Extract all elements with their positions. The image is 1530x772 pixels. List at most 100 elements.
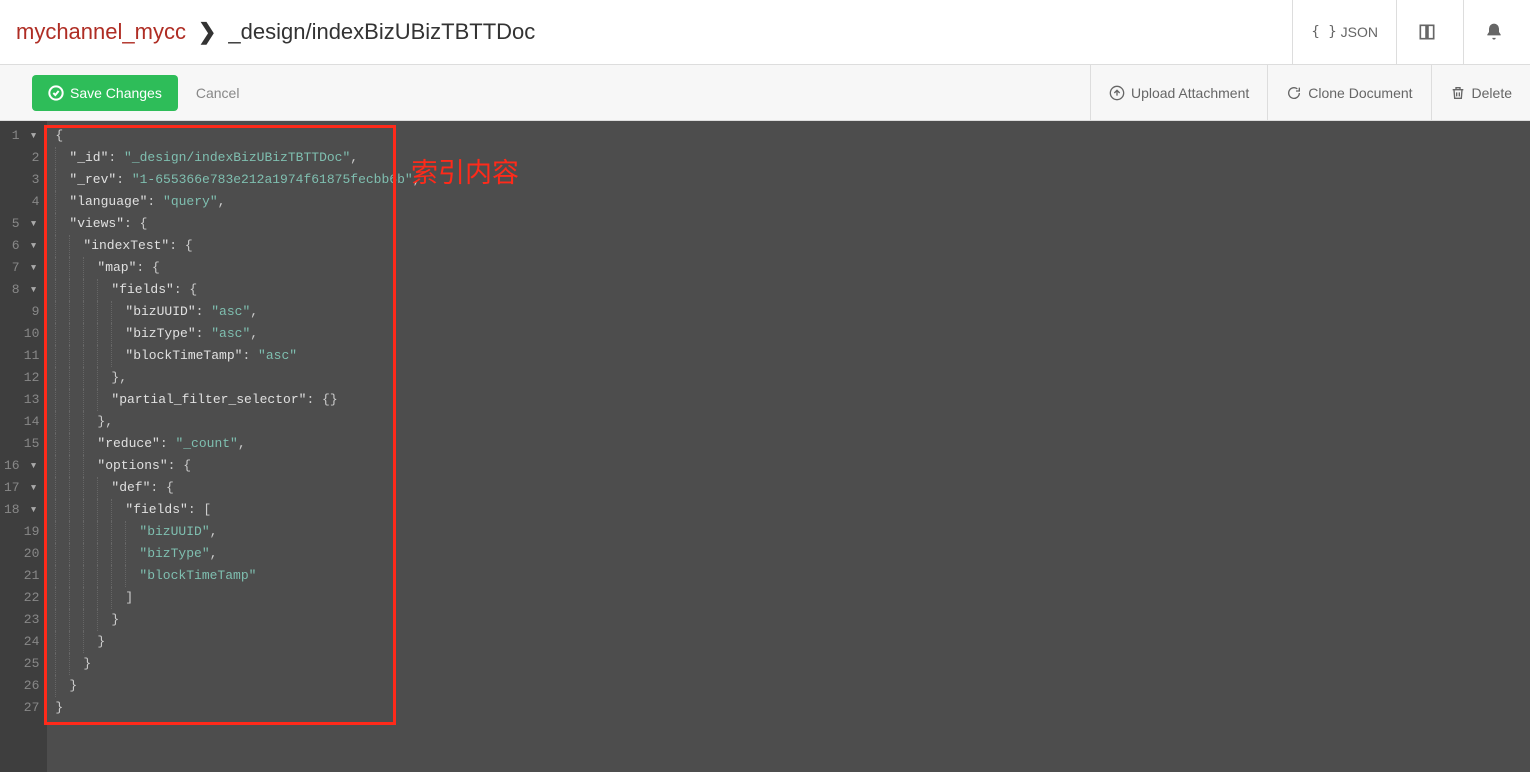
code-line[interactable]: } <box>55 653 1530 675</box>
fold-marker-icon[interactable]: ▾ <box>27 279 37 301</box>
indent-guide <box>83 499 84 521</box>
indent-guide <box>125 565 126 587</box>
token-key: "options" <box>97 455 167 477</box>
indent-guide <box>69 301 70 323</box>
code-line[interactable]: "_rev": "1-655366e783e212a1974f61875fecb… <box>55 169 1530 191</box>
token-punct: } <box>83 653 91 675</box>
code-line[interactable]: "fields": { <box>55 279 1530 301</box>
editor-code-area[interactable]: {"_id": "_design/indexBizUBizTBTTDoc","_… <box>47 121 1530 772</box>
indent-guide <box>55 389 56 411</box>
code-line[interactable]: } <box>55 609 1530 631</box>
code-line[interactable]: "bizType", <box>55 543 1530 565</box>
indent-guide <box>97 543 98 565</box>
save-button[interactable]: Save Changes <box>32 75 178 111</box>
token-punct: , <box>210 543 218 565</box>
code-line[interactable]: "def": { <box>55 477 1530 499</box>
token-punct: , <box>218 191 226 213</box>
indent-guide <box>55 367 56 389</box>
upload-attachment-button[interactable]: Upload Attachment <box>1090 65 1267 120</box>
code-line[interactable]: ] <box>55 587 1530 609</box>
token-punct: { <box>55 125 63 147</box>
gutter-line: 25 <box>4 653 39 675</box>
chevron-right-icon: ❯ <box>198 19 216 45</box>
code-line[interactable]: "bizType": "asc", <box>55 323 1530 345</box>
code-line[interactable]: { <box>55 125 1530 147</box>
upload-icon <box>1109 85 1125 101</box>
token-key: "bizType" <box>125 323 195 345</box>
code-line[interactable]: } <box>55 631 1530 653</box>
code-line[interactable]: "blockTimeTamp": "asc" <box>55 345 1530 367</box>
code-line[interactable]: "blockTimeTamp" <box>55 565 1530 587</box>
editor-gutter: 1 ▾2 3 4 5 ▾6 ▾7 ▾8 ▾9 10 11 12 13 14 15… <box>0 121 47 772</box>
fold-marker-icon[interactable]: ▾ <box>27 235 37 257</box>
token-key: "fields" <box>125 499 187 521</box>
cancel-button[interactable]: Cancel <box>196 85 240 101</box>
clone-document-button[interactable]: Clone Document <box>1267 65 1430 120</box>
indent-guide <box>55 147 56 169</box>
indent-guide <box>55 433 56 455</box>
token-punct: , <box>250 301 258 323</box>
code-line[interactable]: "reduce": "_count", <box>55 433 1530 455</box>
fold-marker-icon[interactable]: ▾ <box>27 455 37 477</box>
token-punct: , <box>210 521 218 543</box>
indent-guide <box>83 565 84 587</box>
gutter-line: 22 <box>4 587 39 609</box>
indent-guide <box>55 543 56 565</box>
token-key: "reduce" <box>97 433 159 455</box>
indent-guide <box>111 499 112 521</box>
indent-guide <box>69 631 70 653</box>
indent-guide <box>55 609 56 631</box>
toolbar-right: Upload Attachment Clone Document Delete <box>1090 65 1530 120</box>
gutter-line: 6 ▾ <box>4 235 39 257</box>
token-key: "indexTest" <box>83 235 169 257</box>
json-toggle-button[interactable]: { } JSON <box>1292 0 1396 64</box>
token-key: "def" <box>111 477 150 499</box>
indent-guide <box>55 653 56 675</box>
code-line[interactable]: "indexTest": { <box>55 235 1530 257</box>
gutter-line: 10 <box>4 323 39 345</box>
code-line[interactable]: }, <box>55 367 1530 389</box>
indent-guide <box>83 609 84 631</box>
code-line[interactable]: "bizUUID", <box>55 521 1530 543</box>
gutter-line: 5 ▾ <box>4 213 39 235</box>
code-line[interactable]: }, <box>55 411 1530 433</box>
delete-button[interactable]: Delete <box>1431 65 1530 120</box>
indent-guide <box>55 587 56 609</box>
code-editor[interactable]: 1 ▾2 3 4 5 ▾6 ▾7 ▾8 ▾9 10 11 12 13 14 15… <box>0 121 1530 772</box>
code-line[interactable]: "partial_filter_selector": {} <box>55 389 1530 411</box>
fold-marker-icon[interactable]: ▾ <box>27 477 37 499</box>
code-line[interactable]: "language": "query", <box>55 191 1530 213</box>
code-line[interactable]: "options": { <box>55 455 1530 477</box>
indent-guide <box>83 455 84 477</box>
fold-marker-icon[interactable]: ▾ <box>27 257 37 279</box>
gutter-line: 4 <box>4 191 39 213</box>
token-string: "_design/indexBizUBizTBTTDoc" <box>124 147 350 169</box>
breadcrumb-database-link[interactable]: mychannel_mycc <box>16 19 186 45</box>
fold-marker-icon[interactable]: ▾ <box>27 125 37 147</box>
gutter-line: 27 <box>4 697 39 719</box>
code-line[interactable]: } <box>55 697 1530 719</box>
token-punct: : <box>196 323 212 345</box>
indent-guide <box>55 213 56 235</box>
code-line[interactable]: "map": { <box>55 257 1530 279</box>
indent-guide <box>69 367 70 389</box>
code-line[interactable]: "views": { <box>55 213 1530 235</box>
token-key: "map" <box>97 257 136 279</box>
gutter-line: 26 <box>4 675 39 697</box>
api-docs-button[interactable] <box>1396 0 1463 64</box>
indent-guide <box>83 411 84 433</box>
json-label: JSON <box>1341 24 1378 40</box>
code-line[interactable]: } <box>55 675 1530 697</box>
indent-guide <box>69 499 70 521</box>
indent-guide <box>83 389 84 411</box>
fold-marker-icon[interactable]: ▾ <box>27 499 37 521</box>
header-actions: { } JSON <box>1292 0 1530 64</box>
indent-guide <box>111 521 112 543</box>
indent-guide <box>97 279 98 301</box>
notifications-button[interactable] <box>1463 0 1530 64</box>
code-line[interactable]: "bizUUID": "asc", <box>55 301 1530 323</box>
code-line[interactable]: "fields": [ <box>55 499 1530 521</box>
fold-marker-icon[interactable]: ▾ <box>27 213 37 235</box>
code-line[interactable]: "_id": "_design/indexBizUBizTBTTDoc", <box>55 147 1530 169</box>
gutter-line: 20 <box>4 543 39 565</box>
